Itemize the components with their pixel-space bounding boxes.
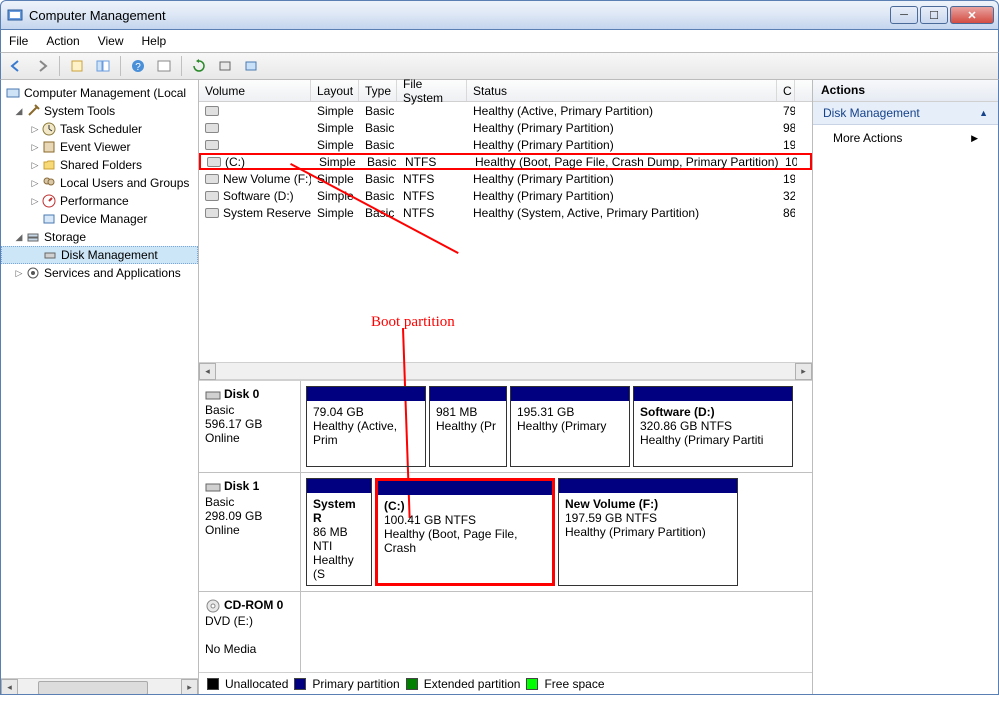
volume-row[interactable]: SimpleBasicHealthy (Primary Partition)19: [199, 136, 812, 153]
storage-icon: [25, 229, 41, 245]
volume-row[interactable]: SimpleBasicHealthy (Active, Primary Part…: [199, 102, 812, 119]
toolbar-icon-2[interactable]: [214, 55, 236, 77]
legend: Unallocated Primary partition Extended p…: [199, 672, 812, 694]
center-pane: Volume Layout Type File System Status C …: [199, 80, 812, 694]
help-button[interactable]: ?: [127, 55, 149, 77]
close-button[interactable]: ✕: [950, 6, 994, 24]
col-layout[interactable]: Layout: [311, 80, 359, 101]
minimize-button[interactable]: ─: [890, 6, 918, 24]
disk-partitions: System R86 MB NTIHealthy (S(C:)100.41 GB…: [301, 473, 812, 591]
partition[interactable]: 981 MBHealthy (Pr: [429, 386, 507, 467]
tree-task-scheduler[interactable]: ▷ Task Scheduler: [1, 120, 198, 138]
actions-title: Actions: [813, 80, 998, 102]
tree-device-manager[interactable]: Device Manager: [1, 210, 198, 228]
col-volume[interactable]: Volume: [199, 80, 311, 101]
tree-performance[interactable]: ▷ Performance: [1, 192, 198, 210]
volume-row[interactable]: Software (D:)SimpleBasicNTFSHealthy (Pri…: [199, 187, 812, 204]
actions-section[interactable]: Disk Management ▲: [813, 102, 998, 125]
volume-row[interactable]: (C:)SimpleBasicNTFSHealthy (Boot, Page F…: [199, 153, 812, 170]
disk-partitions: 79.04 GBHealthy (Active, Prim981 MBHealt…: [301, 381, 812, 472]
disk-block: Disk 0Basic596.17 GBOnline79.04 GBHealth…: [199, 381, 812, 473]
volume-row[interactable]: System ReservedSimpleBasicNTFSHealthy (S…: [199, 204, 812, 221]
tree-event-viewer[interactable]: ▷ Event Viewer: [1, 138, 198, 156]
titlebar: Computer Management ─ ☐ ✕: [0, 0, 999, 30]
tree-local-users[interactable]: ▷ Local Users and Groups: [1, 174, 198, 192]
menubar: File Action View Help: [0, 30, 999, 52]
partition[interactable]: New Volume (F:)197.59 GB NTFSHealthy (Pr…: [558, 478, 738, 586]
collapse-icon: ▲: [979, 108, 988, 118]
volume-row[interactable]: SimpleBasicHealthy (Primary Partition)98: [199, 119, 812, 136]
disk-info[interactable]: Disk 0Basic596.17 GBOnline: [199, 381, 301, 472]
tree-shared-folders[interactable]: ▷ Shared Folders: [1, 156, 198, 174]
partition[interactable]: System R86 MB NTIHealthy (S: [306, 478, 372, 586]
window-title: Computer Management: [29, 8, 890, 23]
back-button[interactable]: [5, 55, 27, 77]
disk-layout-pane[interactable]: Disk 0Basic596.17 GBOnline79.04 GBHealth…: [199, 380, 812, 672]
actions-pane: Actions Disk Management ▲ More Actions ▶: [812, 80, 998, 694]
toolbar-icon-3[interactable]: [240, 55, 262, 77]
menu-view[interactable]: View: [98, 34, 124, 48]
menu-help[interactable]: Help: [142, 34, 167, 48]
computer-icon: [5, 85, 21, 101]
partition[interactable]: 195.31 GBHealthy (Primary: [510, 386, 630, 467]
services-icon: [25, 265, 41, 281]
tree-system-tools[interactable]: ◢ System Tools: [1, 102, 198, 120]
menu-action[interactable]: Action: [46, 34, 79, 48]
tools-icon: [25, 103, 41, 119]
swatch-extended: [406, 678, 418, 690]
tree-root[interactable]: Computer Management (Local: [1, 84, 198, 102]
volumes-header: Volume Layout Type File System Status C: [199, 80, 812, 102]
maximize-button[interactable]: ☐: [920, 6, 948, 24]
partition[interactable]: (C:)100.41 GB NTFSHealthy (Boot, Page Fi…: [375, 478, 555, 586]
col-filesystem[interactable]: File System: [397, 80, 467, 101]
swatch-free: [526, 678, 538, 690]
menu-file[interactable]: File: [9, 34, 28, 48]
volumes-list[interactable]: SimpleBasicHealthy (Active, Primary Part…: [199, 102, 812, 362]
app-icon: [7, 7, 23, 23]
performance-icon: [41, 193, 57, 209]
disk-icon: [42, 247, 58, 263]
disk-info[interactable]: Disk 1Basic298.09 GBOnline: [199, 473, 301, 591]
event-icon: [41, 139, 57, 155]
device-icon: [41, 211, 57, 227]
actions-more[interactable]: More Actions ▶: [813, 125, 998, 151]
partition[interactable]: 79.04 GBHealthy (Active, Prim: [306, 386, 426, 467]
tree-scrollbar[interactable]: ◂ ▸: [1, 678, 198, 694]
toolbar: ?: [0, 52, 999, 80]
volume-row[interactable]: New Volume (F:)SimpleBasicNTFSHealthy (P…: [199, 170, 812, 187]
toolbar-icon-1[interactable]: [153, 55, 175, 77]
partition[interactable]: Software (D:)320.86 GB NTFSHealthy (Prim…: [633, 386, 793, 467]
col-status[interactable]: Status: [467, 80, 777, 101]
swatch-primary: [294, 678, 306, 690]
up-button[interactable]: [66, 55, 88, 77]
disk-block: CD-ROM 0DVD (E:)No Media: [199, 592, 812, 672]
volumes-scrollbar[interactable]: ◂ ▸: [199, 362, 812, 380]
col-capacity[interactable]: C: [777, 80, 795, 101]
col-type[interactable]: Type: [359, 80, 397, 101]
chevron-right-icon: ▶: [971, 133, 978, 144]
show-hide-tree-button[interactable]: [92, 55, 114, 77]
disk-info[interactable]: CD-ROM 0DVD (E:)No Media: [199, 592, 301, 672]
tree-storage[interactable]: ◢ Storage: [1, 228, 198, 246]
clock-icon: [41, 121, 57, 137]
tree-pane: Computer Management (Local ◢ System Tool…: [1, 80, 199, 694]
disk-partitions: [301, 592, 812, 672]
refresh-button[interactable]: [188, 55, 210, 77]
forward-button[interactable]: [31, 55, 53, 77]
folder-icon: [41, 157, 57, 173]
svg-text:?: ?: [135, 62, 141, 73]
users-icon: [41, 175, 57, 191]
tree-disk-management[interactable]: Disk Management: [1, 246, 198, 264]
swatch-unallocated: [207, 678, 219, 690]
disk-block: Disk 1Basic298.09 GBOnlineSystem R86 MB …: [199, 473, 812, 592]
tree-services-apps[interactable]: ▷ Services and Applications: [1, 264, 198, 282]
